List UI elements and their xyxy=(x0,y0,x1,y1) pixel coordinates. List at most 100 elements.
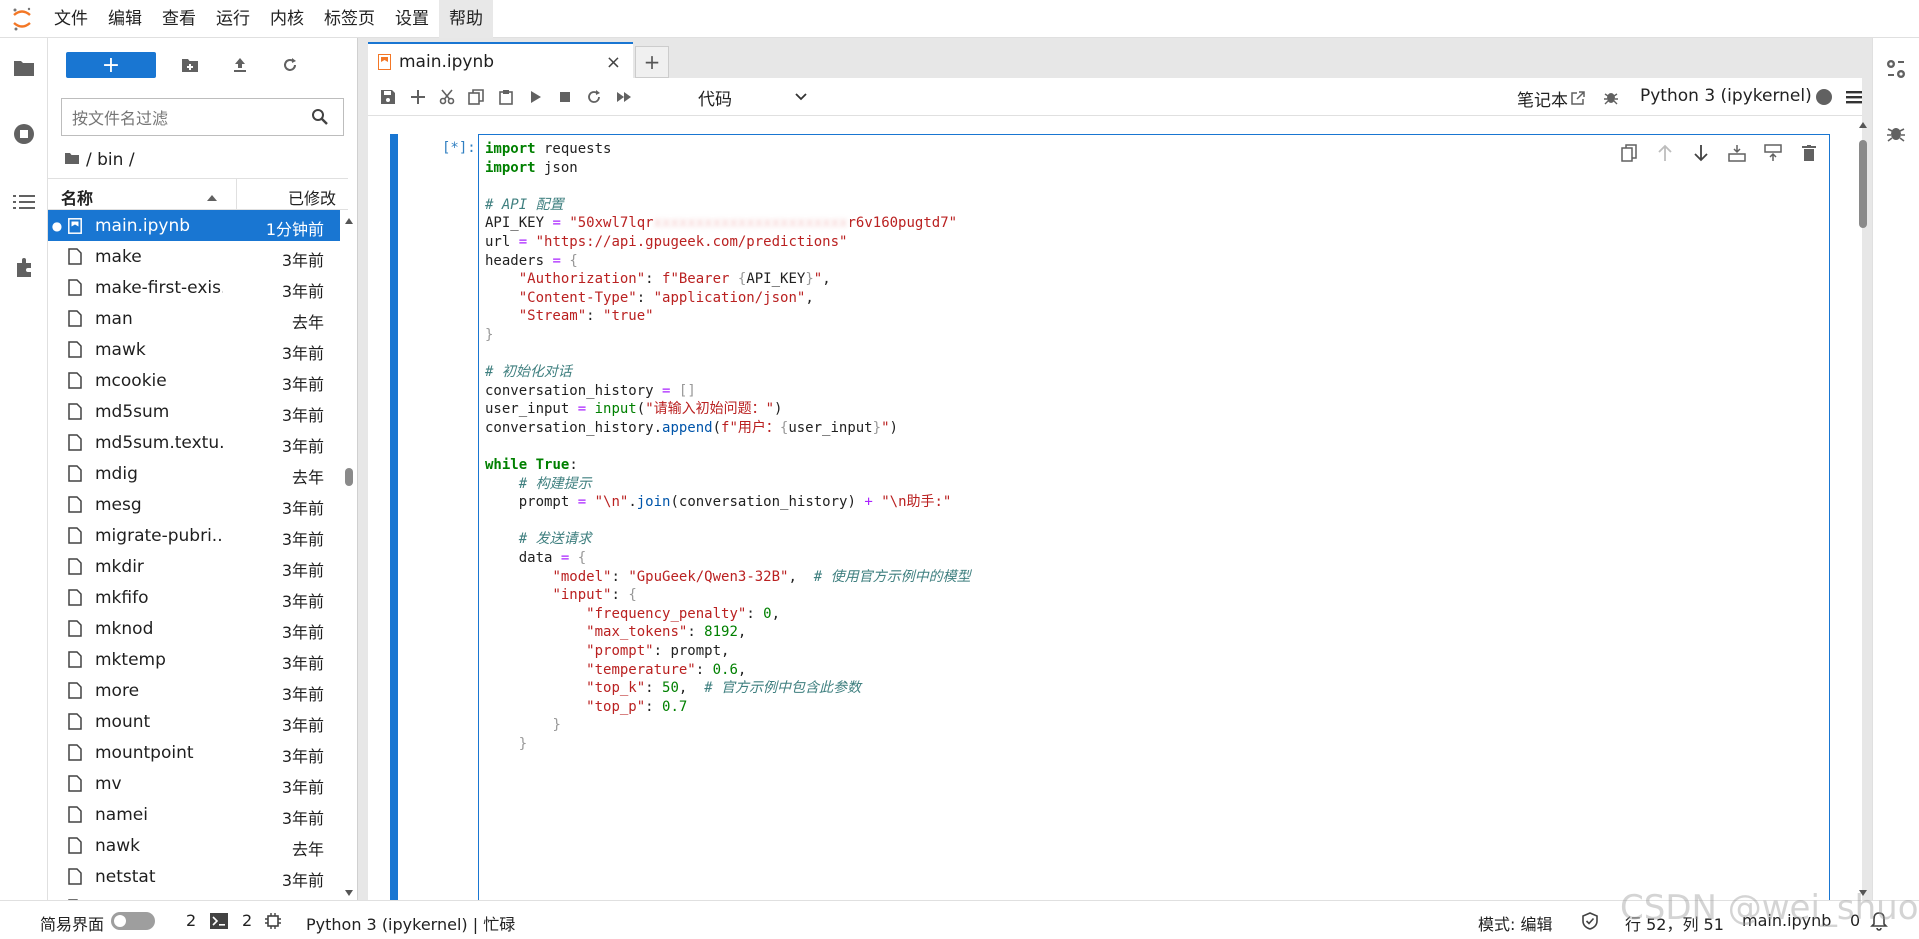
menu-kernel[interactable]: 内核 xyxy=(260,0,314,38)
file-row[interactable]: ● main.ipynb 1分钟前 xyxy=(48,210,340,241)
file-name: mount xyxy=(95,711,151,732)
menu-tabs[interactable]: 标签页 xyxy=(314,0,385,38)
run-icon[interactable] xyxy=(526,87,546,107)
file-row[interactable]: mkdir 3年前 xyxy=(48,551,340,582)
menu-edit[interactable]: 编辑 xyxy=(98,0,152,38)
terminal-count[interactable]: 2 xyxy=(186,911,196,930)
restart-icon[interactable] xyxy=(584,87,604,107)
duplicate-cell-icon[interactable] xyxy=(1617,141,1641,165)
file-row[interactable]: make 3年前 xyxy=(48,241,340,272)
file-list-scrollbar[interactable] xyxy=(342,214,356,900)
column-name-header[interactable]: 名称 xyxy=(61,185,93,209)
file-row[interactable]: networkctl去年 xyxy=(48,892,340,900)
insert-cell-icon[interactable] xyxy=(408,87,428,107)
file-row[interactable]: nawk 去年 xyxy=(48,830,340,861)
move-down-icon[interactable] xyxy=(1689,141,1713,165)
menu-run[interactable]: 运行 xyxy=(206,0,260,38)
menu-settings[interactable]: 设置 xyxy=(385,0,439,38)
kernel-count[interactable]: 2 xyxy=(242,911,252,930)
file-row[interactable]: mkfifo 3年前 xyxy=(48,582,340,613)
file-name: md5sum xyxy=(95,401,170,422)
column-modified-header[interactable]: 已修改 xyxy=(288,185,336,209)
tab-close-icon[interactable]: × xyxy=(606,52,621,73)
running-sessions-icon[interactable] xyxy=(12,122,36,146)
filter-placeholder: 按文件名过滤 xyxy=(72,109,169,128)
new-tab-button[interactable]: + xyxy=(635,46,669,78)
menu-help[interactable]: 帮助 xyxy=(439,0,493,38)
file-row[interactable]: more 3年前 xyxy=(48,675,340,706)
debugger-panel-icon[interactable] xyxy=(1885,122,1907,144)
file-row[interactable]: mktemp 3年前 xyxy=(48,644,340,675)
code-cell[interactable]: [*]: import requests import json # API 配… xyxy=(390,134,1830,904)
table-of-contents-icon[interactable] xyxy=(12,190,36,214)
file-row[interactable]: mcookie 3年前 xyxy=(48,365,340,396)
file-filter-input[interactable]: 按文件名过滤 xyxy=(61,98,344,136)
file-name: mktemp xyxy=(95,649,166,670)
file-row[interactable]: mv 3年前 xyxy=(48,768,340,799)
file-modified: 3年前 xyxy=(281,251,324,270)
simple-mode-toggle[interactable] xyxy=(111,912,155,930)
copy-icon[interactable] xyxy=(466,87,486,107)
file-row[interactable]: mawk 3年前 xyxy=(48,334,340,365)
stop-icon[interactable] xyxy=(555,87,575,107)
refresh-icon[interactable] xyxy=(278,53,302,77)
file-row[interactable]: md5sum.textu... 3年前 xyxy=(48,427,340,458)
file-icon xyxy=(66,743,84,763)
file-name: namei xyxy=(95,804,148,825)
menu-hamburger-icon[interactable] xyxy=(1844,87,1864,107)
file-row[interactable]: mesg 3年前 xyxy=(48,489,340,520)
fast-forward-icon[interactable] xyxy=(614,87,634,107)
save-icon[interactable] xyxy=(378,87,398,107)
sort-ascending-icon xyxy=(206,187,218,206)
folder-icon[interactable] xyxy=(12,56,36,80)
file-row[interactable]: mountpoint 3年前 xyxy=(48,737,340,768)
file-row[interactable]: netstat 3年前 xyxy=(48,861,340,892)
code-editor[interactable]: import requests import json # API 配置 API… xyxy=(478,134,1830,904)
file-row[interactable]: mount 3年前 xyxy=(48,706,340,737)
file-name: nawk xyxy=(95,835,140,856)
file-row[interactable]: migrate-pubri... 3年前 xyxy=(48,520,340,551)
insert-above-icon[interactable] xyxy=(1725,141,1749,165)
move-up-icon[interactable] xyxy=(1653,141,1677,165)
new-folder-icon[interactable] xyxy=(178,53,202,77)
upload-icon[interactable] xyxy=(228,53,252,77)
breadcrumb-folder-icon xyxy=(64,150,80,170)
file-row[interactable]: man 去年 xyxy=(48,303,340,334)
tab-main-ipynb[interactable]: main.ipynb × xyxy=(368,42,633,80)
trusted-shield-icon[interactable] xyxy=(1582,912,1598,934)
delete-cell-icon[interactable] xyxy=(1797,141,1821,165)
file-icon xyxy=(66,557,84,577)
cell-type-value: 代码 xyxy=(698,89,732,110)
new-launcher-button[interactable]: + xyxy=(66,52,156,78)
paste-icon[interactable] xyxy=(496,87,516,107)
breadcrumb-path[interactable]: / bin / xyxy=(86,150,135,170)
file-row[interactable]: md5sum 3年前 xyxy=(48,396,340,427)
left-activity-bar xyxy=(0,38,48,900)
menu-file[interactable]: 文件 xyxy=(44,0,98,38)
file-name: mcookie xyxy=(95,370,167,391)
cell-type-select[interactable]: 代码 xyxy=(698,86,808,110)
extension-manager-icon[interactable] xyxy=(12,256,36,280)
column-divider[interactable] xyxy=(236,179,237,209)
menu-view[interactable]: 查看 xyxy=(152,0,206,38)
file-row[interactable]: mknod 3年前 xyxy=(48,613,340,644)
file-row[interactable]: make-first-exis... 3年前 xyxy=(48,272,340,303)
file-modified: 3年前 xyxy=(281,685,324,704)
property-inspector-icon[interactable] xyxy=(1885,58,1907,80)
file-modified: 3年前 xyxy=(281,437,324,456)
kernel-status[interactable]: Python 3 (ipykernel) | 忙碌 xyxy=(306,911,515,935)
cut-icon[interactable] xyxy=(437,87,457,107)
file-icon xyxy=(66,681,84,701)
external-link-icon[interactable] xyxy=(1568,88,1588,108)
file-row[interactable]: mdig 去年 xyxy=(48,458,340,489)
insert-below-icon[interactable] xyxy=(1761,141,1785,165)
file-icon xyxy=(66,650,84,670)
breadcrumb[interactable]: / bin / xyxy=(64,148,135,172)
debugger-icon[interactable] xyxy=(1601,87,1621,107)
cell-collapser[interactable] xyxy=(390,134,398,904)
kernel-name[interactable]: Python 3 (ipykernel) xyxy=(1640,86,1812,106)
notebook-scrollbar[interactable] xyxy=(1856,118,1870,900)
file-row[interactable]: namei 3年前 xyxy=(48,799,340,830)
code-content[interactable]: import requests import json # API 配置 API… xyxy=(485,140,971,754)
notebook-mode-label[interactable]: 笔记本 xyxy=(1517,86,1568,111)
